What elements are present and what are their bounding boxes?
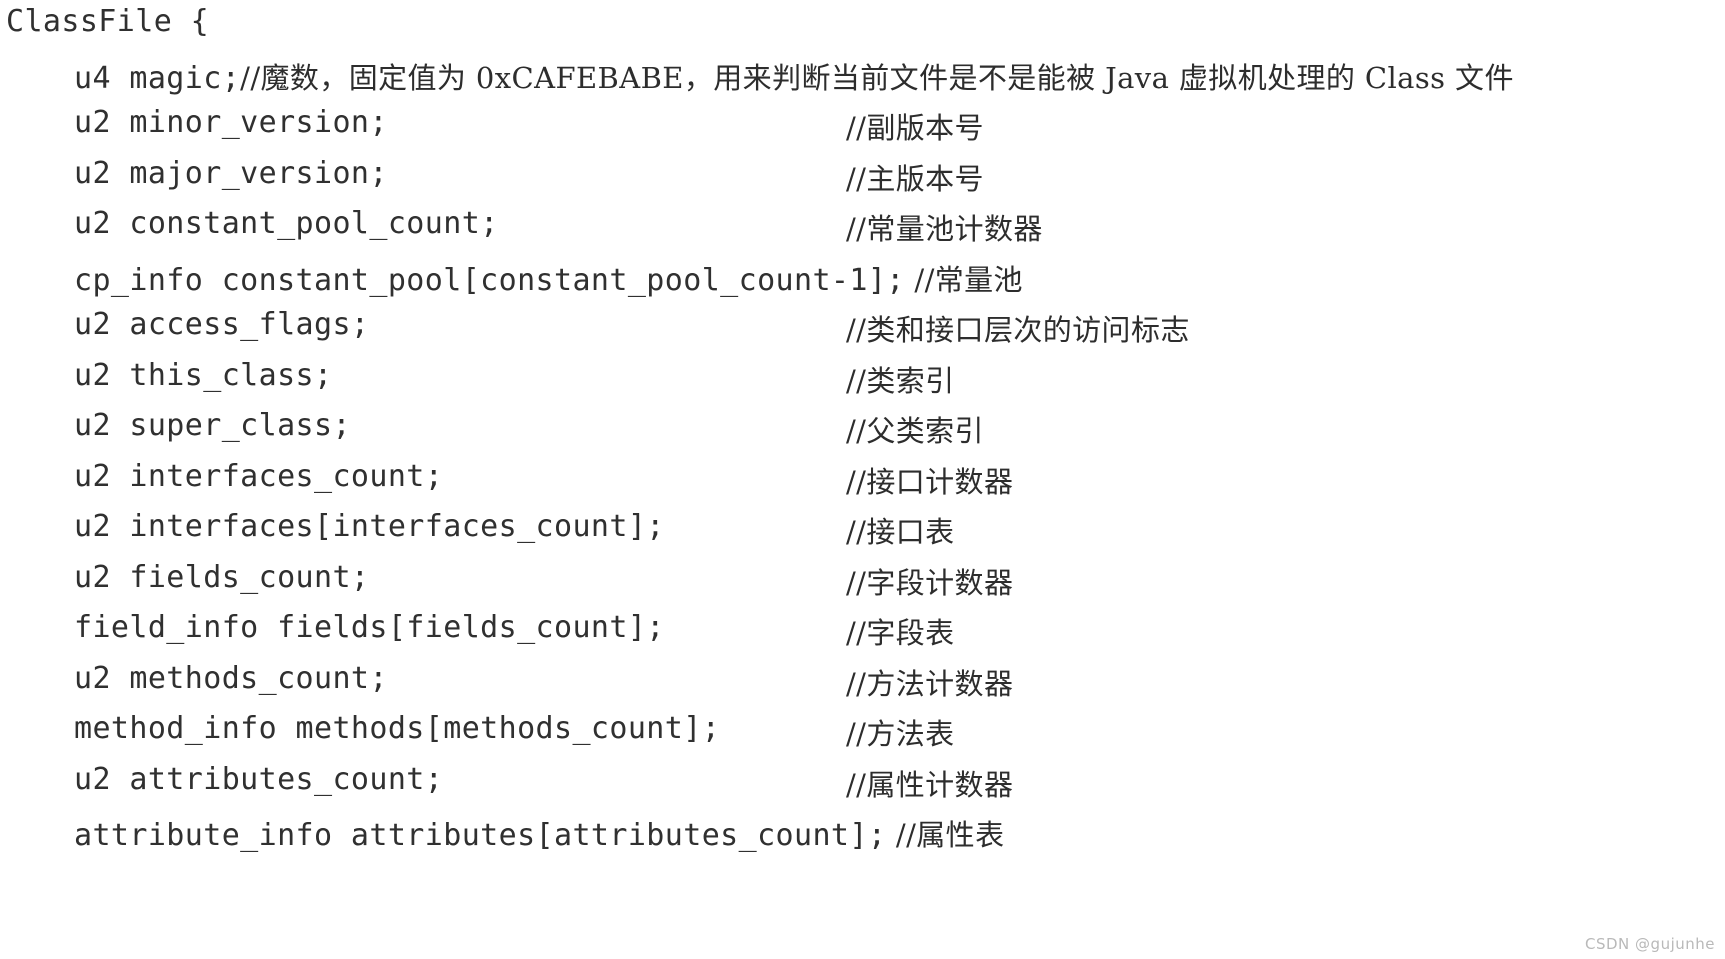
code-line: u2 attributes_count; //属性计数器 <box>6 762 1725 813</box>
code-comment: //常量池 <box>904 262 1023 297</box>
code-line: field_info fields[fields_count]; //字段表 <box>6 610 1725 661</box>
code-declaration: u2 interfaces[interfaces_count]; <box>74 509 665 544</box>
code-declaration: u4 magic; <box>74 60 241 96</box>
code-line: u2 interfaces[interfaces_count]; //接口表 <box>6 509 1725 560</box>
code-line: u2 minor_version; //副版本号 <box>6 105 1725 156</box>
code-declaration: u2 major_version; <box>74 155 388 191</box>
code-comment: //字段计数器 <box>846 565 1014 600</box>
code-line: u2 this_class; //类索引 <box>6 358 1725 409</box>
code-comment: //主版本号 <box>846 161 984 196</box>
code-declaration: u2 methods_count; <box>74 660 388 696</box>
code-comment: //方法表 <box>846 717 955 751</box>
code-declaration: u2 interfaces_count; <box>74 458 444 494</box>
code-declaration: u2 attributes_count; <box>74 761 444 797</box>
code-declaration: method_info methods[methods_count]; <box>74 711 721 746</box>
code-declaration: u2 this_class; <box>74 357 333 393</box>
code-declaration: ClassFile { <box>6 4 210 39</box>
code-declaration: u2 fields_count; <box>74 559 370 595</box>
code-declaration: u2 access_flags; <box>74 307 370 342</box>
code-comment: //属性计数器 <box>846 767 1014 802</box>
code-comment: //类和接口层次的访问标志 <box>846 313 1190 347</box>
code-line: attribute_info attributes[attributes_cou… <box>6 812 1725 863</box>
code-declaration: u2 minor_version; <box>74 105 388 140</box>
code-line: ClassFile { <box>6 4 1725 55</box>
code-comment: //副版本号 <box>846 111 984 145</box>
code-line: u2 super_class; //父类索引 <box>6 408 1725 459</box>
code-comment: //接口计数器 <box>846 464 1014 499</box>
code-declaration: u2 super_class; <box>74 408 351 443</box>
code-line: u2 major_version; //主版本号 <box>6 156 1725 207</box>
code-comment: //接口表 <box>846 515 955 549</box>
code-comment: //常量池计数器 <box>846 212 1043 246</box>
code-declaration: cp_info constant_pool[constant_pool_coun… <box>74 262 905 298</box>
code-line: cp_info constant_pool[constant_pool_coun… <box>6 257 1725 308</box>
code-listing: ClassFile { u4 magic;//魔数，固定值为 0xCAFEBABE… <box>0 0 1725 959</box>
code-declaration: attribute_info attributes[attributes_cou… <box>74 818 887 853</box>
code-line: u2 constant_pool_count; //常量池计数器 <box>6 206 1725 257</box>
code-line: u2 methods_count; //方法计数器 <box>6 661 1725 712</box>
code-comment: //魔数，固定值为 0xCAFEBABE，用来判断当前文件是不是能被 Java … <box>240 60 1514 95</box>
code-comment: //类索引 <box>846 363 955 398</box>
code-line: method_info methods[methods_count]; //方法表 <box>6 711 1725 762</box>
code-declaration: field_info fields[fields_count]; <box>74 610 665 645</box>
code-comment: //方法计数器 <box>846 666 1014 701</box>
code-line: u2 access_flags; //类和接口层次的访问标志 <box>6 307 1725 358</box>
csdn-watermark: CSDN @gujunhe <box>1585 935 1715 953</box>
code-declaration: u2 constant_pool_count; <box>74 206 499 241</box>
code-line: u4 magic;//魔数，固定值为 0xCAFEBABE，用来判断当前文件是不… <box>6 55 1725 106</box>
code-line: u2 fields_count; //字段计数器 <box>6 560 1725 611</box>
code-comment: //父类索引 <box>846 414 984 448</box>
code-line: u2 interfaces_count; //接口计数器 <box>6 459 1725 510</box>
code-comment: //字段表 <box>846 616 955 650</box>
code-comment: //属性表 <box>886 818 1005 852</box>
